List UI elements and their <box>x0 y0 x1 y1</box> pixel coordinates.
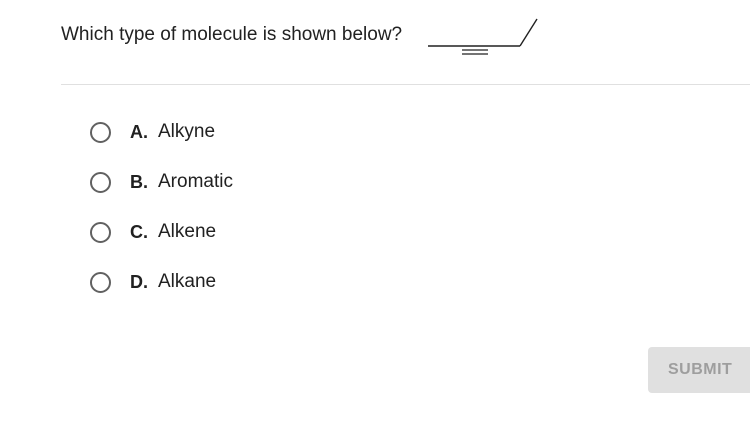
option-letter: D. <box>130 271 148 292</box>
answer-options: A. Alkyne B. Aromatic C. Alkene D. Alkan… <box>90 114 490 314</box>
molecule-structure-icon <box>428 18 538 55</box>
option-label: Alkane <box>158 271 217 292</box>
option-label: Aromatic <box>158 171 233 192</box>
divider <box>61 84 750 85</box>
radio-button-icon[interactable] <box>90 121 111 143</box>
option-label: Alkyne <box>158 121 216 142</box>
radio-button-icon[interactable] <box>90 171 111 193</box>
option-letter: A. <box>130 121 148 142</box>
option-a[interactable]: A. Alkyne <box>90 114 490 150</box>
option-label: Alkene <box>158 221 217 242</box>
question-row: Which type of molecule is shown below? <box>61 22 402 52</box>
option-d[interactable]: D. Alkane <box>90 264 490 300</box>
option-letter: B. <box>130 171 148 192</box>
option-letter: C. <box>130 221 148 242</box>
radio-button-icon[interactable] <box>90 221 111 243</box>
question-text: Which type of molecule is shown below? <box>61 24 403 45</box>
option-c[interactable]: C. Alkene <box>90 214 490 250</box>
radio-button-icon[interactable] <box>90 271 111 293</box>
submit-button[interactable]: SUBMIT <box>648 347 750 393</box>
option-b[interactable]: B. Aromatic <box>90 164 490 200</box>
